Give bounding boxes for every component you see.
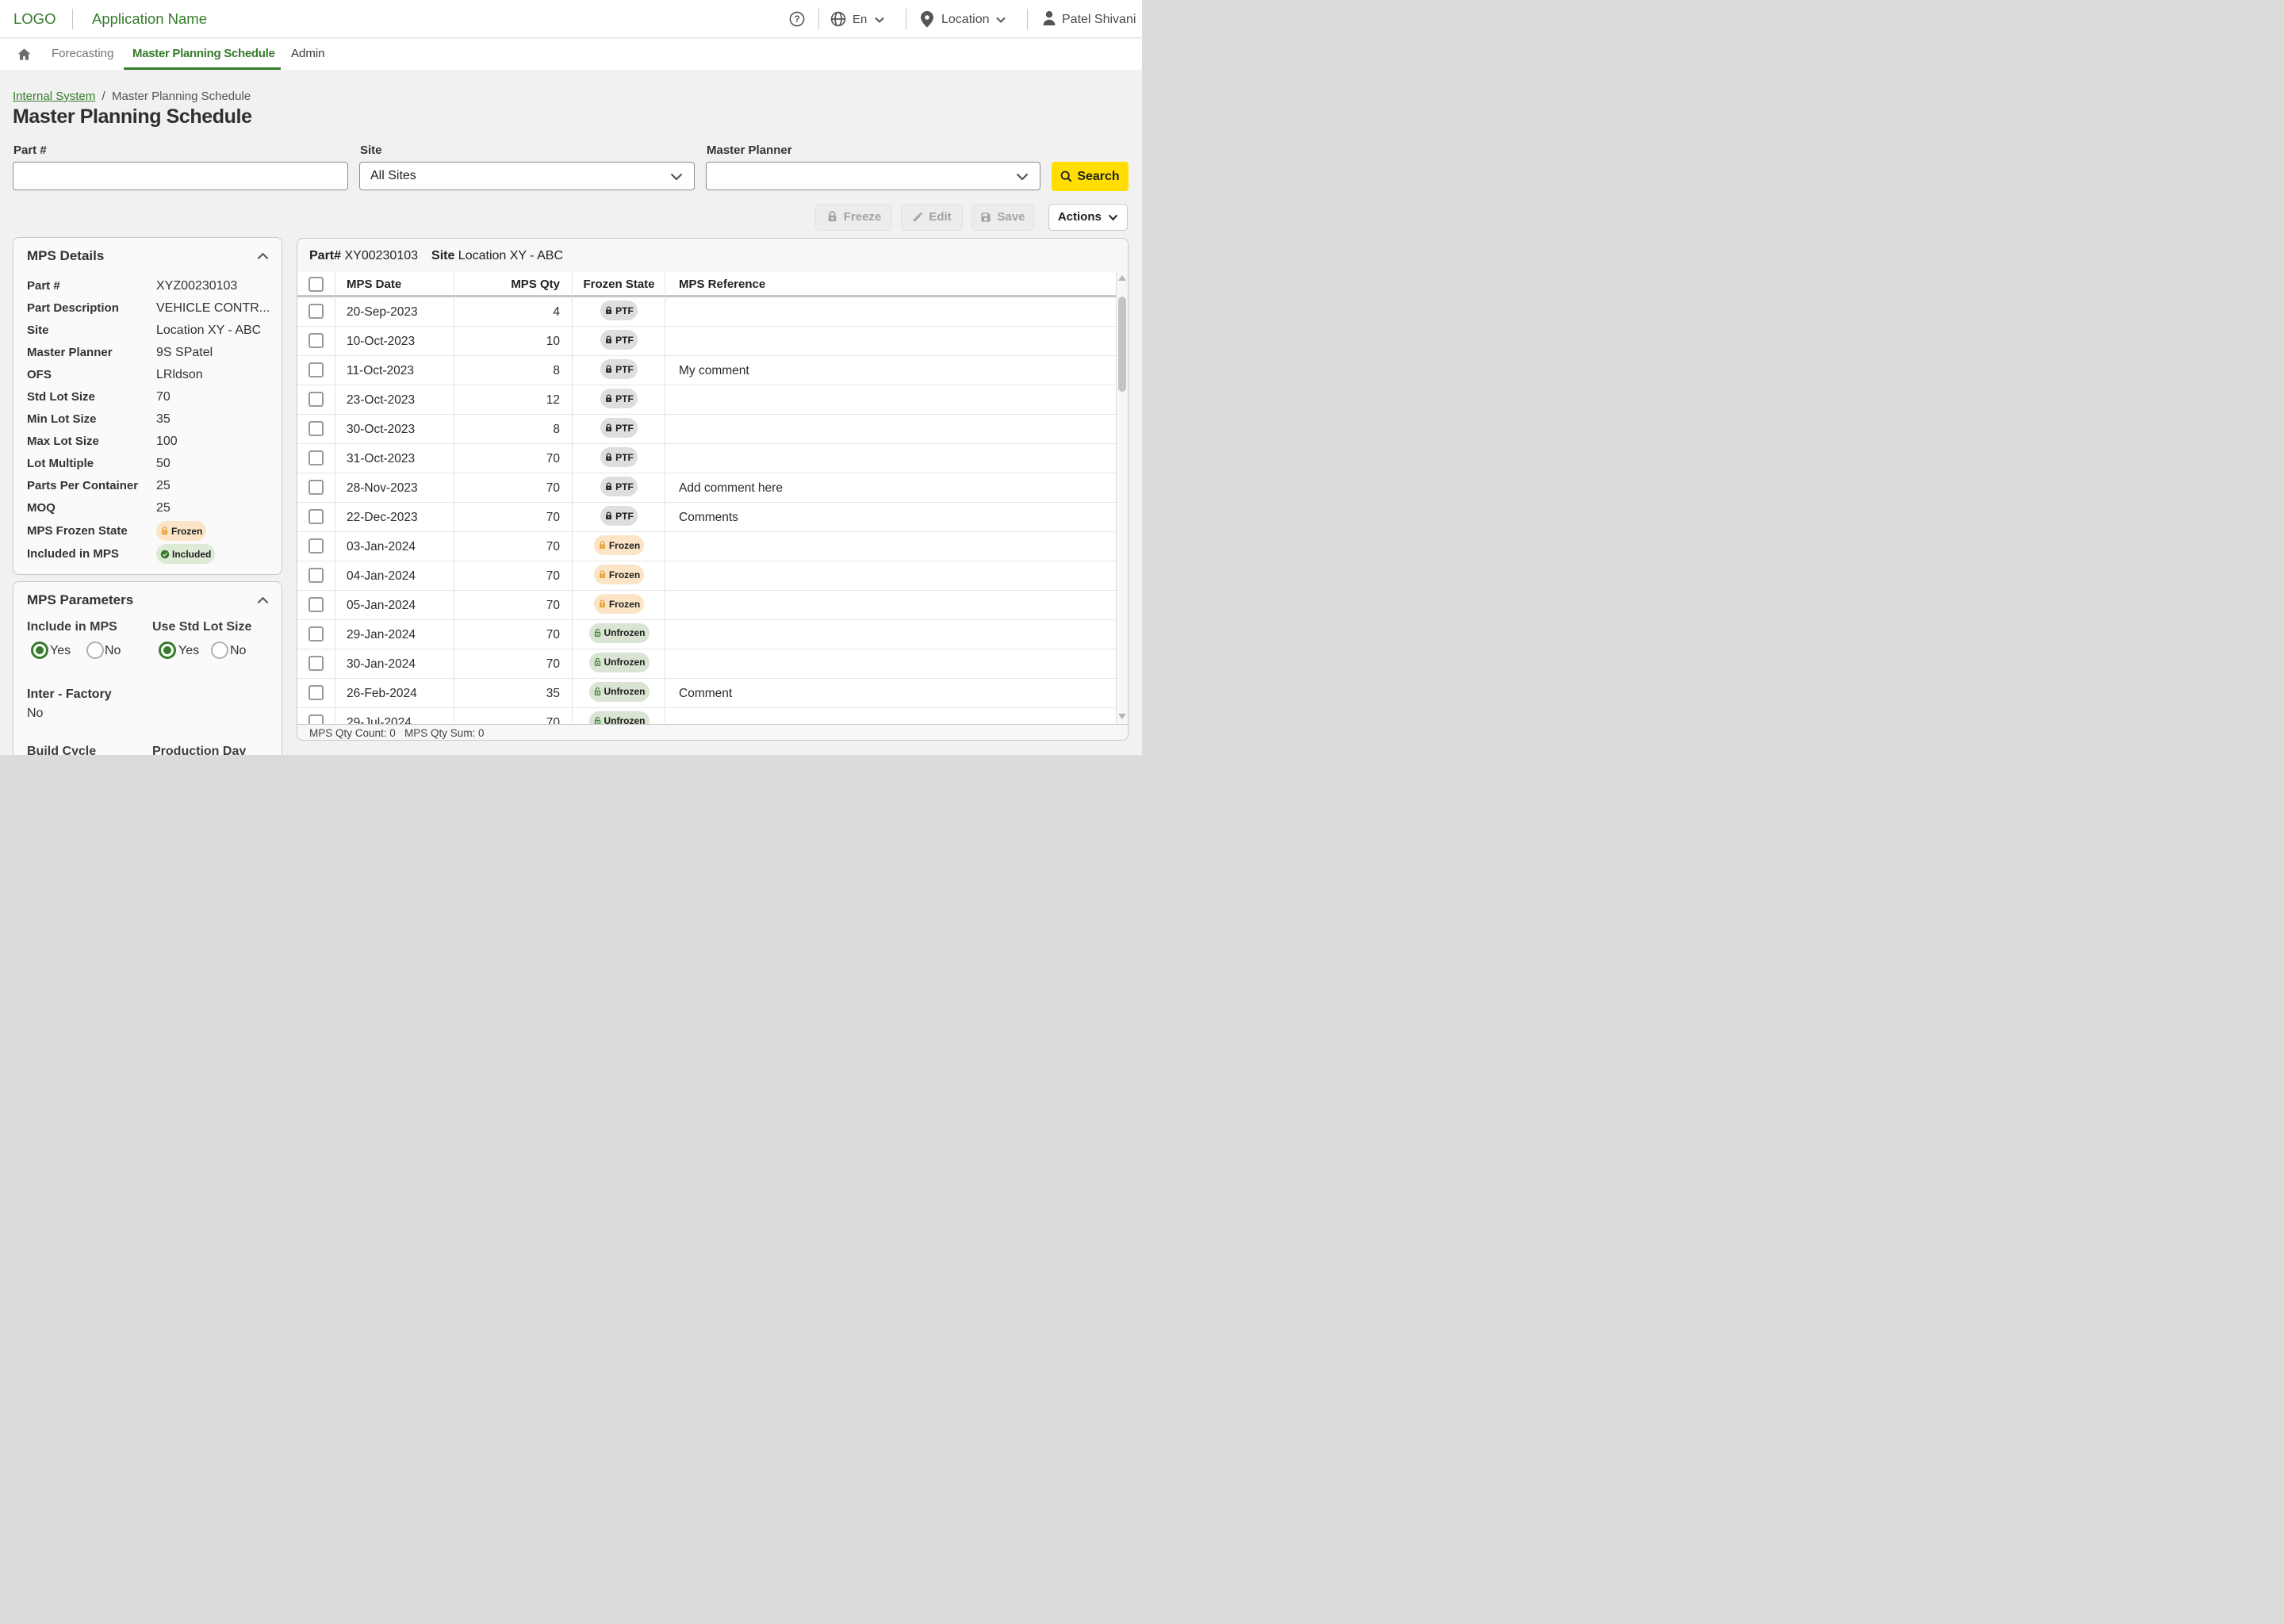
svg-text:?: ? [794, 13, 799, 25]
